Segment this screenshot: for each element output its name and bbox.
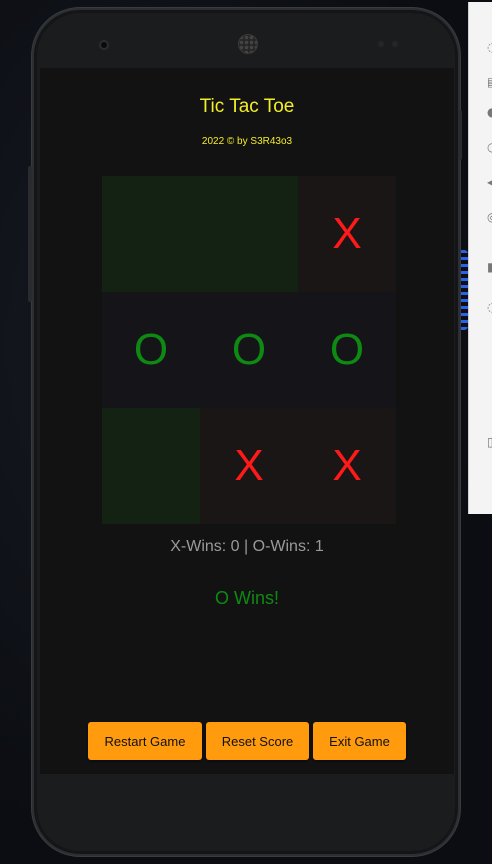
volume-button[interactable] — [28, 166, 32, 302]
app-title: Tic Tac Toe — [199, 96, 295, 117]
background-window-edge[interactable]: ◌ ▤ ◐ ◔ ◂ ◎ ▮ ◌ ▯ — [468, 2, 492, 514]
result-text: O Wins! — [214, 588, 279, 608]
board-cell[interactable] — [102, 176, 200, 292]
board-cell[interactable]: X — [298, 408, 396, 524]
score-text: X-Wins: 0 | O-Wins: 1 — [170, 538, 324, 555]
sensor-icon — [378, 41, 384, 47]
window-icon: ▯ — [487, 435, 492, 449]
board-cell[interactable] — [200, 176, 298, 292]
desktop-background: ◌ ▤ ◐ ◔ ◂ ◎ ▮ ◌ ▯ Tic Tac Toe 2022 © by … — [0, 0, 492, 864]
board-cell[interactable]: O — [102, 292, 200, 408]
exit-game-button[interactable]: Exit Game — [313, 722, 406, 760]
window-icon: ◔ — [487, 141, 492, 153]
x-mark: X — [332, 209, 362, 258]
board-cell[interactable]: O — [200, 292, 298, 408]
restart-game-button[interactable]: Restart Game — [88, 722, 202, 760]
board-cell[interactable] — [102, 408, 200, 524]
sensor-icon — [392, 41, 398, 47]
o-mark: O — [329, 325, 365, 374]
window-icon: ◌ — [487, 41, 492, 53]
board-cell[interactable]: O — [298, 292, 396, 408]
window-icon: ◎ — [487, 211, 492, 223]
game-board: X O O O X X — [102, 176, 396, 524]
x-mark: X — [234, 441, 264, 490]
phone-frame: Tic Tac Toe 2022 © by S3R43o3 X O O O X X X-W… — [28, 8, 462, 856]
window-icon: ▤ — [487, 76, 492, 88]
app-screen: Tic Tac Toe 2022 © by S3R43o3 X O O O X X X-W… — [40, 68, 454, 774]
window-icon: ◐ — [487, 106, 492, 118]
o-mark: O — [133, 325, 169, 374]
app-subtitle: 2022 © by S3R43o3 — [201, 136, 293, 147]
o-mark: O — [231, 325, 267, 374]
x-mark: X — [332, 441, 362, 490]
window-icon: ▮ — [487, 260, 492, 274]
speaker-grille-icon — [238, 34, 258, 54]
board-cell[interactable]: X — [298, 176, 396, 292]
window-icon: ◌ — [487, 301, 492, 313]
board-cell[interactable]: X — [200, 408, 298, 524]
window-icon: ◂ — [487, 175, 492, 189]
reset-score-button[interactable]: Reset Score — [206, 722, 309, 760]
front-camera-icon — [99, 40, 109, 50]
power-button[interactable] — [458, 110, 462, 160]
